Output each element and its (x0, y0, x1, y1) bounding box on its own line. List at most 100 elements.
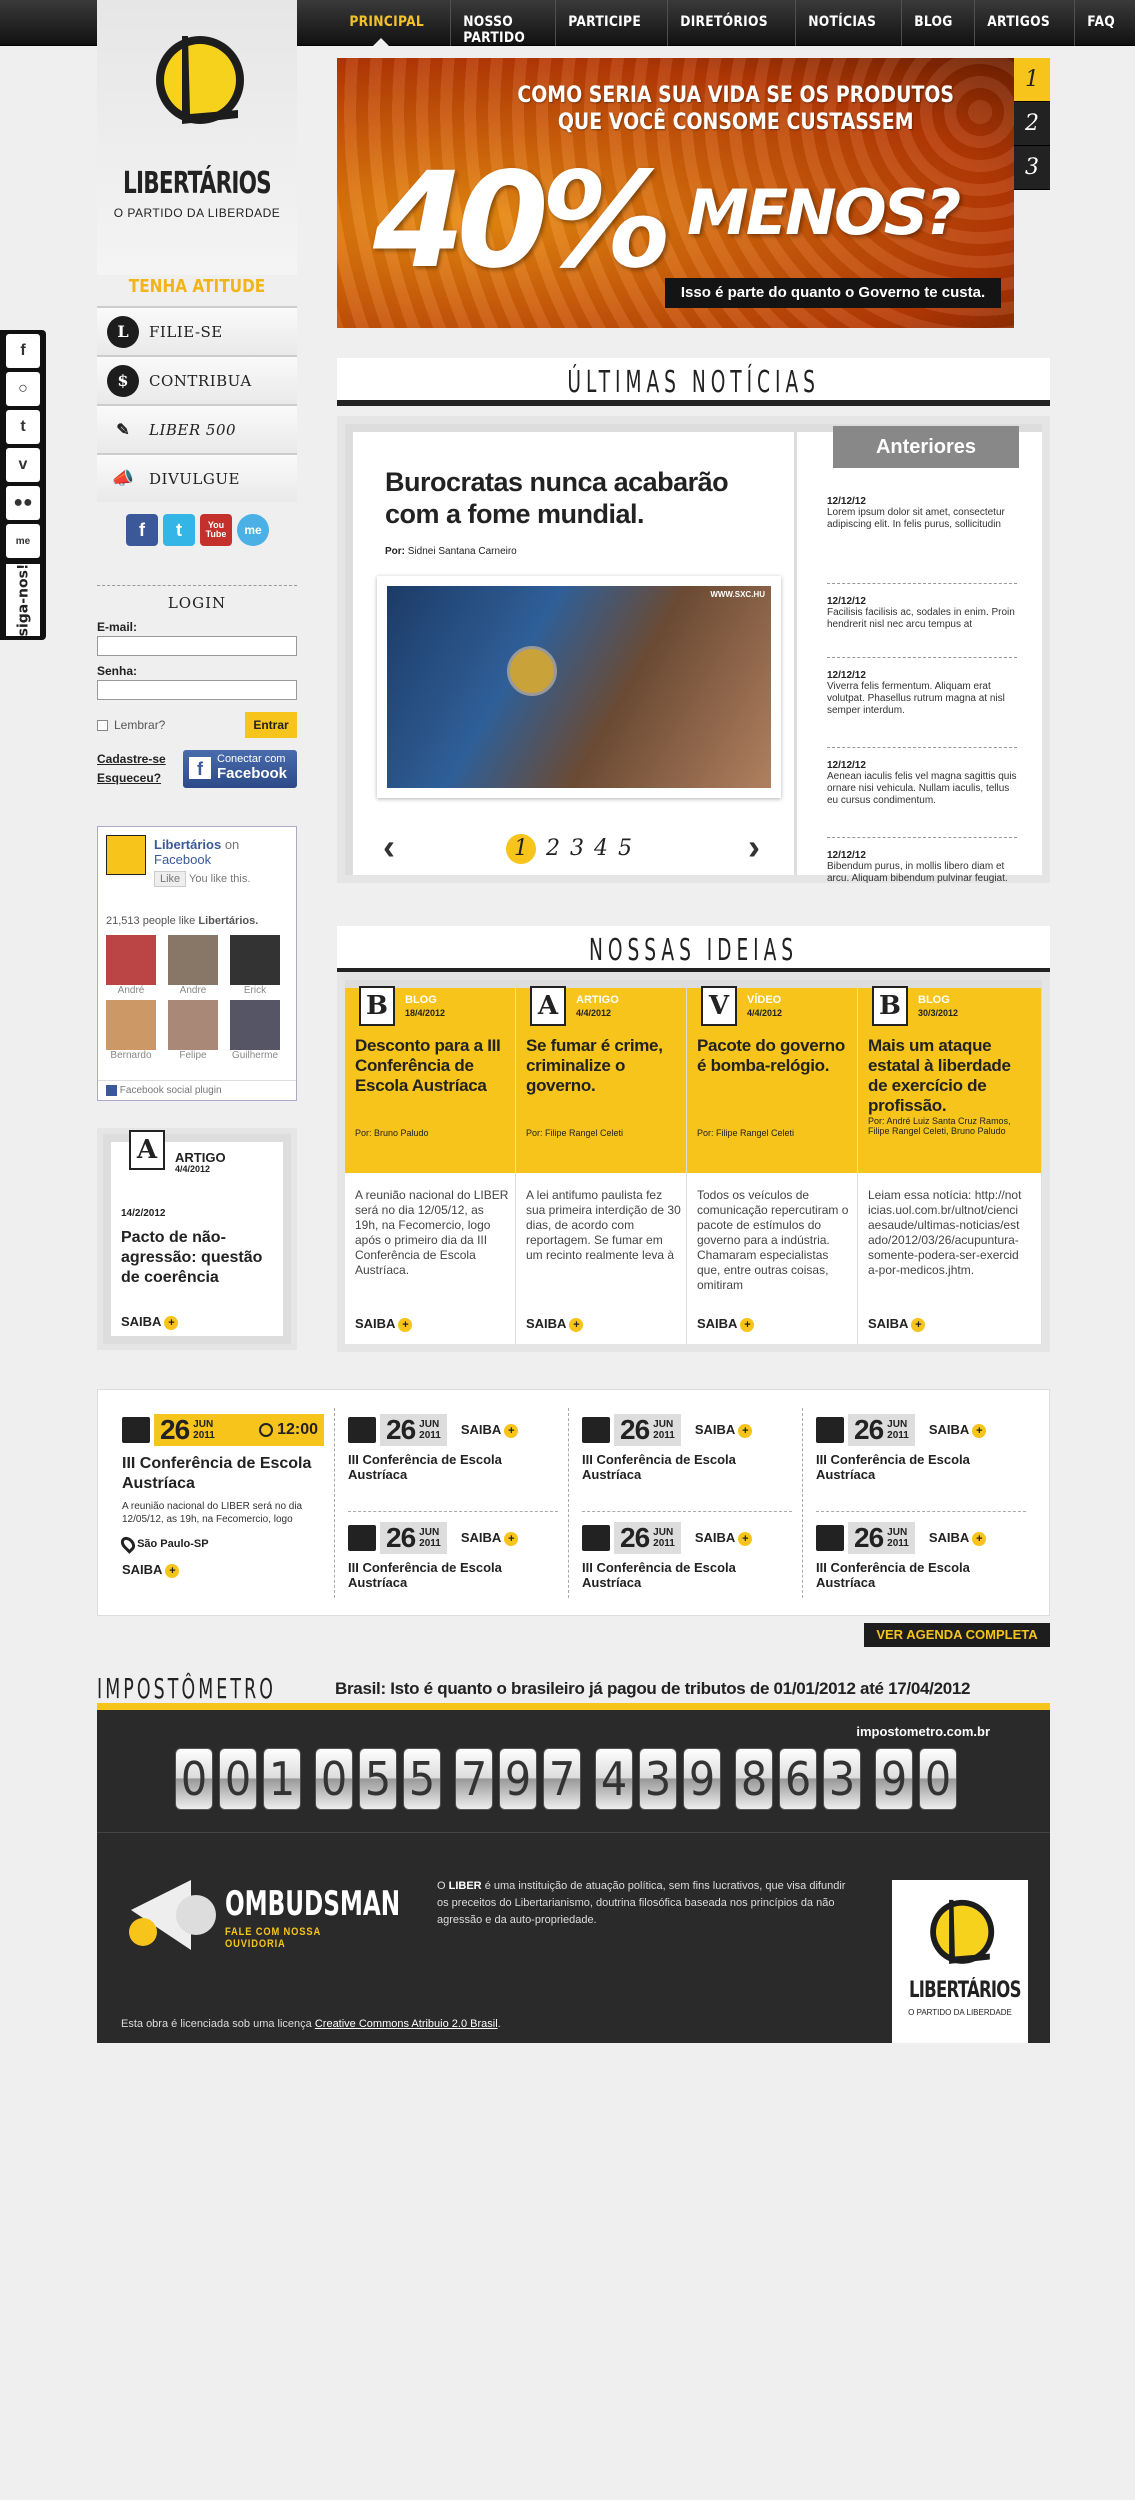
nav-artigos[interactable]: ARTIGOS (974, 0, 1062, 46)
orkut-icon[interactable]: ○ (6, 372, 40, 406)
logo[interactable]: LIBERTÁRIOS O PARTIDO DA LIBERDADE (97, 0, 297, 275)
agenda-event[interactable]: 26 JUN 2011 SAIBA + III Conferência de Escola… (348, 1414, 558, 1512)
saiba-link[interactable]: SAIBA + (695, 1422, 753, 1438)
nav-noticias[interactable]: NOTÍCIAS (795, 0, 888, 46)
news-page-1[interactable]: 1 (506, 834, 536, 864)
idea-title[interactable]: Mais um ataque estatal à liberdade de ex… (868, 1036, 1023, 1116)
agenda-featured-event[interactable]: 26 JUN 2011 12:00 III Conferência de Escol… (118, 1414, 324, 1578)
footer-logo[interactable]: LIBERTÁRIOS O PARTIDO DA LIBERDADE (892, 1880, 1028, 2043)
slide-big-number: 40% (373, 144, 673, 298)
flickr-icon[interactable]: ●● (6, 486, 40, 520)
sidebar-item-liber-500[interactable]: ✎ LIBER 500 (97, 404, 297, 453)
news-prev-arrow-icon[interactable]: ‹ (383, 826, 395, 868)
list-item[interactable]: 12/12/12 Facilisis facilisis ac, sodales … (827, 596, 1017, 658)
event-title: III Conferência de Escola Austríaca (348, 1560, 502, 1590)
password-field[interactable] (97, 680, 297, 700)
nav-faq[interactable]: FAQ (1074, 0, 1127, 46)
news-photo-frame[interactable]: WWW.SXC.HU (377, 576, 781, 798)
facebook-icon[interactable]: f (126, 514, 158, 546)
idea-card[interactable]: B BLOG 30/3/2012 Mais um ataque estatal à l… (858, 986, 1041, 1344)
brand-name: LIBERTÁRIOS (123, 166, 272, 201)
tumblr-icon[interactable]: t (6, 410, 40, 444)
full-agenda-button[interactable]: VER AGENDA COMPLETA (864, 1623, 1050, 1647)
fb-page-name[interactable]: Libertários (154, 837, 221, 852)
idea-card[interactable]: B BLOG 18/4/2012 Desconto para a III Confer… (345, 986, 515, 1344)
idea-card[interactable]: A ARTIGO 4/4/2012 Se fumar é crime, crimina… (516, 986, 686, 1344)
saiba-link[interactable]: SAIBA + (868, 1316, 926, 1332)
remember-checkbox[interactable] (97, 719, 108, 731)
news-page-5[interactable]: 5 (618, 834, 632, 864)
news-page-4[interactable]: 4 (594, 834, 608, 864)
impostometro-site-link[interactable]: impostometro.com.br (856, 1724, 990, 1739)
vimeo-icon[interactable]: v (6, 448, 40, 482)
facebook-icon[interactable]: f (6, 334, 40, 368)
saiba-link[interactable]: SAIBA + (695, 1530, 753, 1546)
article-title[interactable]: Pacto de não-agressão: questão de coerên… (121, 1228, 271, 1288)
login-submit-button[interactable]: Entrar (245, 712, 297, 738)
nav-participe[interactable]: PARTICIPE (554, 0, 653, 46)
saiba-link[interactable]: SAIBA + (122, 1562, 324, 1578)
agenda-event[interactable]: 26 JUN 2011 SAIBA + III Conferência de Escola… (582, 1522, 792, 1590)
news-author: Sidnei Santana Carneiro (407, 546, 517, 557)
fan-avatar[interactable]: Felipe (168, 1000, 218, 1061)
nav-blog[interactable]: BLOG (901, 0, 965, 46)
saiba-link[interactable]: SAIBA + (929, 1422, 987, 1438)
youtube-icon[interactable]: You Tube (200, 514, 232, 546)
saiba-link[interactable]: SAIBA + (461, 1422, 519, 1438)
facebook-connect-button[interactable]: f Conectar com Facebook (183, 750, 297, 788)
sidebar-article-card[interactable]: A ARTIGO 4/4/2012 14/2/2012 Pacto de não… (97, 1128, 297, 1350)
ombudsman-link[interactable]: OMBUDSMAN FALE COM NOSSA OUVIDORIA (121, 1870, 400, 1970)
idea-letter-badge: V (701, 986, 737, 1026)
slider-page-2[interactable]: 2 (1014, 102, 1050, 146)
sidebar-item-filie-se[interactable]: L FILIE-SE (97, 306, 297, 355)
fan-avatar[interactable]: Andre (168, 935, 218, 996)
fb-like-button[interactable]: Like (154, 871, 187, 887)
saiba-link[interactable]: SAIBA + (697, 1316, 755, 1332)
list-item[interactable]: 12/12/12 Viverra felis fermentum. Aliquam… (827, 670, 1017, 748)
saiba-link[interactable]: SAIBA + (121, 1314, 179, 1330)
fb-network[interactable]: Facebook (154, 852, 211, 867)
event-title: III Conferência de Escola Austríaca (582, 1452, 736, 1482)
fan-avatar[interactable]: Guilherme (230, 1000, 280, 1061)
email-field[interactable] (97, 636, 297, 656)
slider-page-1[interactable]: 1 (1014, 58, 1050, 102)
sidebar-item-contribua[interactable]: $ CONTRIBUA (97, 355, 297, 404)
slider-page-3[interactable]: 3 (1014, 146, 1050, 190)
saiba-link[interactable]: SAIBA + (526, 1316, 584, 1332)
license-link[interactable]: Creative Commons Atribuio 2.0 Brasil (315, 2018, 498, 2030)
news-page-3[interactable]: 3 (570, 834, 584, 864)
hero-slider[interactable]: COMO SERIA SUA VIDA SE OS PRODUTOS QUE V… (337, 58, 1014, 328)
sidebar-heading: TENHA ATITUDE (128, 276, 266, 297)
agenda-section: 26 JUN 2011 12:00 III Conferência de Escol… (97, 1389, 1050, 1616)
saiba-link[interactable]: SAIBA + (929, 1530, 987, 1546)
idea-title[interactable]: Pacote do governo é bomba-relógio. (697, 1036, 852, 1076)
agenda-event[interactable]: 26 JUN 2011 SAIBA + III Conferência de Escola… (582, 1414, 792, 1512)
twitter-icon[interactable]: t (163, 514, 195, 546)
fan-avatar[interactable]: André (106, 935, 156, 996)
idea-card[interactable]: V VÍDEO 4/4/2012 Pacote do governo é bomba-… (687, 986, 857, 1344)
idea-title[interactable]: Desconto para a III Conferência de Escol… (355, 1036, 510, 1096)
fan-avatar[interactable]: Bernardo (106, 1000, 156, 1061)
nav-diretorios[interactable]: DIRETÓRIOS (666, 0, 780, 46)
slide-line1: COMO SERIA SUA VIDA SE OS PRODUTOS (517, 83, 955, 108)
news-next-arrow-icon[interactable]: › (748, 826, 760, 868)
list-item[interactable]: 12/12/12 Lorem ipsum dolor sit amet, cons… (827, 496, 1017, 584)
idea-date: 4/4/2012 (747, 1008, 783, 1018)
agenda-event[interactable]: 26 JUN 2011 SAIBA + III Conferência de Escola… (816, 1414, 1026, 1512)
me-icon[interactable]: me (237, 514, 269, 546)
agenda-event[interactable]: 26 JUN 2011 SAIBA + III Conferência de Escola… (816, 1522, 1026, 1590)
agenda-event[interactable]: 26 JUN 2011 SAIBA + III Conferência de Escola… (348, 1522, 558, 1590)
nav-nosso-partido[interactable]: NOSSO PARTIDO (449, 0, 542, 46)
list-item[interactable]: 12/12/12 Bibendum purus, in mollis libero… (827, 850, 1017, 910)
news-page-2[interactable]: 2 (546, 834, 560, 864)
sidebar-item-divulgue[interactable]: 📣 DIVULGUE (97, 453, 297, 502)
list-item[interactable]: 12/12/12 Aenean iaculis felis vel magna s… (827, 760, 1017, 838)
saiba-link[interactable]: SAIBA + (355, 1316, 413, 1332)
me-icon[interactable]: me (6, 524, 40, 558)
news-headline[interactable]: Burocratas nunca acabarão com a fome mun… (385, 466, 775, 530)
idea-title[interactable]: Se fumar é crime, criminalize o governo. (526, 1036, 681, 1096)
anteriores-button[interactable]: Anteriores (833, 426, 1019, 468)
plus-icon: + (504, 1423, 519, 1438)
saiba-link[interactable]: SAIBA + (461, 1530, 519, 1546)
fan-avatar[interactable]: Erick (230, 935, 280, 996)
